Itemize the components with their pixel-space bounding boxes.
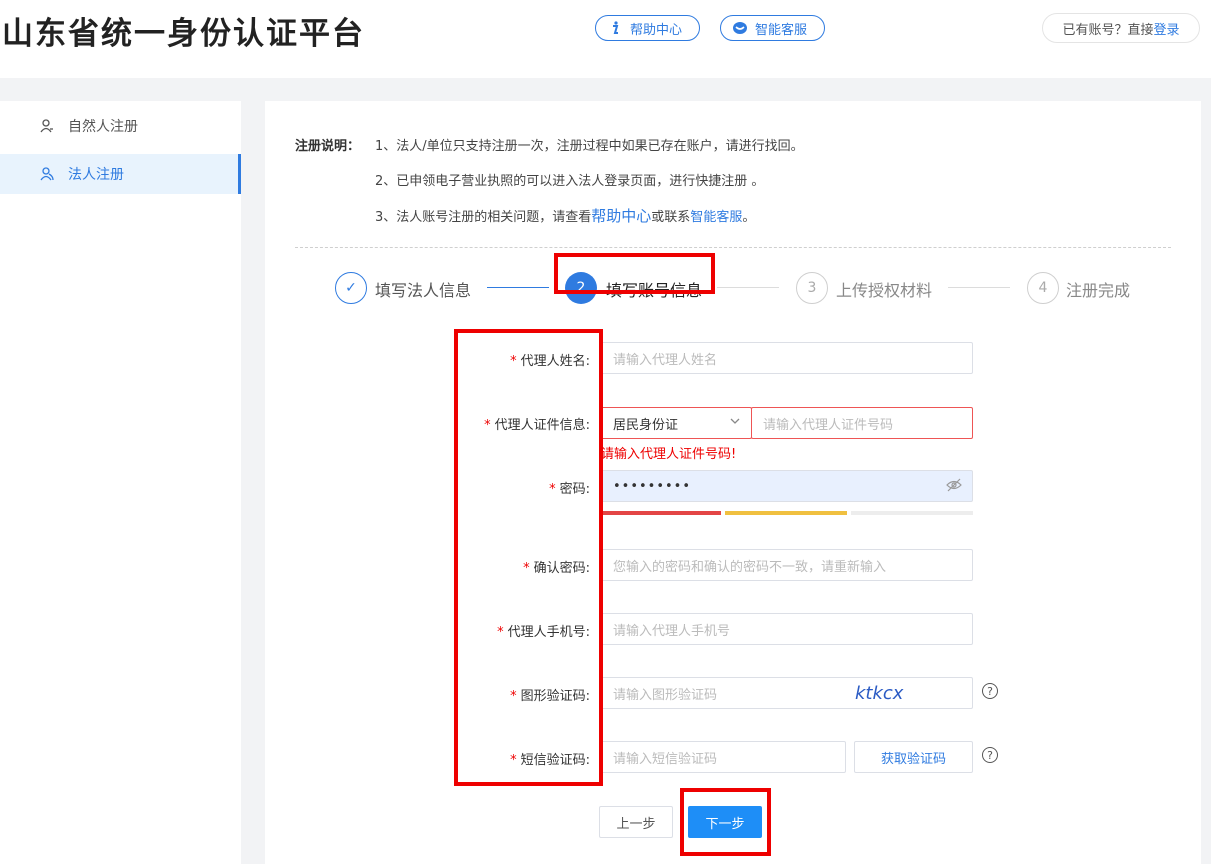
step-4-number: 4 <box>1027 272 1059 304</box>
chevron-down-icon <box>729 415 741 430</box>
prev-step-button[interactable]: 上一步 <box>599 806 673 838</box>
note-line-3-suffix: 。 <box>742 210 756 225</box>
step-1-check-icon: ✓ <box>335 272 367 304</box>
get-sms-code-button[interactable]: 获取验证码 <box>854 741 973 773</box>
smart-service-label: 智能客服 <box>755 22 808 38</box>
password-input[interactable]: ••••••••• <box>601 470 973 502</box>
agent-name-input[interactable]: 请输入代理人姓名 <box>601 342 973 374</box>
id-number-error: 请输入代理人证件号码! <box>601 447 737 462</box>
person-icon <box>40 119 56 133</box>
site-title: 山东省统一身份认证平台 <box>2 16 365 52</box>
sidebar-item-label: 自然人注册 <box>68 119 138 135</box>
info-icon <box>606 21 624 35</box>
step-connector <box>717 287 779 288</box>
agent-phone-input[interactable]: 请输入代理人手机号 <box>601 613 973 645</box>
password-strength-medium <box>725 511 847 515</box>
password-strength-strong <box>851 511 973 515</box>
help-center-label: 帮助中心 <box>630 22 683 38</box>
sidebar-item-label: 法人注册 <box>68 167 124 183</box>
dashed-divider <box>295 247 1171 248</box>
note-line-3-prefix: 3、法人账号注册的相关问题，请查看 <box>375 210 592 225</box>
sidebar-item-natural-person[interactable]: 自然人注册 <box>0 106 241 146</box>
question-icon[interactable]: ? <box>982 683 998 699</box>
sidebar-item-legal-person[interactable]: 法人注册 <box>0 154 241 194</box>
smart-service-button[interactable]: 智能客服 <box>720 15 825 41</box>
main-panel: 注册说明： 1、法人/单位只支持注册一次，注册过程中如果已存在账户，请进行找回。… <box>265 101 1201 864</box>
step-3-number: 3 <box>796 272 828 304</box>
note-line-3: 3、法人账号注册的相关问题，请查看帮助中心或联系智能客服。 <box>375 205 755 226</box>
step-connector <box>948 287 1010 288</box>
password-strength-weak <box>603 511 721 515</box>
highlight-box-next <box>680 788 771 856</box>
question-icon[interactable]: ? <box>982 747 998 763</box>
step-1-label: 填写法人信息 <box>375 281 472 300</box>
captcha-image[interactable]: ktkcx <box>855 680 945 706</box>
highlight-box-labels <box>454 329 603 786</box>
login-prompt-text: 已有账号？直接 <box>1062 22 1154 38</box>
highlight-box-step <box>554 253 715 294</box>
sidebar: 自然人注册 法人注册 <box>0 101 241 864</box>
sms-code-input[interactable]: 请输入短信验证码 <box>601 741 846 773</box>
header: 山东省统一身份认证平台 帮助中心 智能客服 已有账号？直接 登录 <box>0 0 1211 78</box>
id-type-select[interactable]: 居民身份证 <box>601 407 752 439</box>
password-value: ••••••••• <box>613 478 692 494</box>
id-number-input[interactable]: 请输入代理人证件号码 <box>751 407 973 439</box>
note-line-2: 2、已申领电子营业执照的可以进入法人登录页面，进行快捷注册 。 <box>375 174 765 189</box>
login-prompt: 已有账号？直接 登录 <box>1042 13 1200 43</box>
step-4-label: 注册完成 <box>1066 281 1131 300</box>
notes-label: 注册说明： <box>295 139 361 154</box>
step-3-label: 上传授权材料 <box>836 281 933 300</box>
note-line-3-mid: 或联系 <box>651 210 691 225</box>
confirm-password-input[interactable]: 您输入的密码和确认的密码不一致，请重新输入 <box>601 549 973 581</box>
step-connector <box>487 287 549 288</box>
help-center-button[interactable]: 帮助中心 <box>595 15 700 41</box>
id-type-value: 居民身份证 <box>613 417 679 433</box>
note-line-1: 1、法人/单位只支持注册一次，注册过程中如果已存在账户，请进行找回。 <box>375 139 804 154</box>
eye-off-icon[interactable] <box>946 478 962 496</box>
smart-service-link[interactable]: 智能客服 <box>690 210 742 225</box>
login-link[interactable]: 登录 <box>1154 19 1180 38</box>
people-icon <box>40 167 56 181</box>
help-center-link[interactable]: 帮助中心 <box>591 207 651 225</box>
chat-service-icon <box>731 21 749 35</box>
